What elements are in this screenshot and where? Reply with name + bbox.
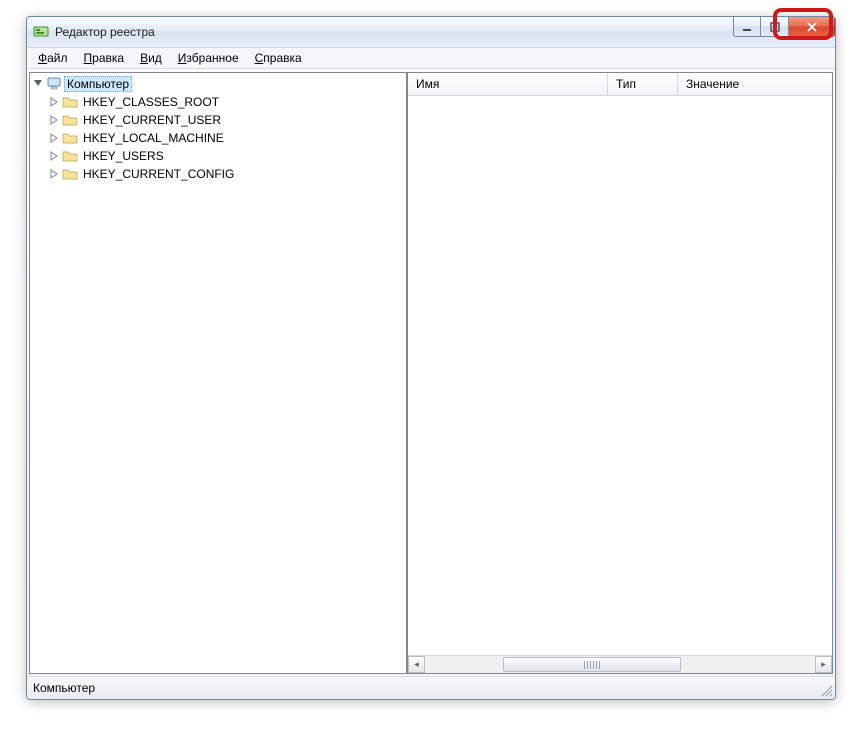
menu-favorites[interactable]: Избранное — [171, 50, 246, 66]
scroll-left-button[interactable]: ◂ — [408, 656, 425, 673]
client-area: Компьютер — [27, 69, 835, 676]
collapse-icon[interactable] — [32, 78, 44, 90]
tree-hive[interactable]: HKEY_USERS — [48, 147, 406, 165]
value-list[interactable]: Имя Тип Значение ◂ ▸ — [407, 72, 833, 674]
folder-icon — [62, 130, 78, 146]
tree-hive-label[interactable]: HKEY_LOCAL_MACHINE — [80, 130, 227, 146]
app-icon — [33, 24, 49, 40]
tree-root-computer[interactable]: Компьютер — [32, 75, 406, 93]
titlebar[interactable]: Редактор реестра — [27, 17, 835, 48]
value-list-header: Имя Тип Значение — [408, 73, 832, 96]
folder-icon — [62, 94, 78, 110]
scroll-track[interactable] — [425, 656, 815, 673]
folder-icon — [62, 148, 78, 164]
menubar: Файл Правка Вид Избранное Справка — [27, 48, 835, 69]
menu-file[interactable]: Файл — [31, 50, 75, 66]
tree-root-label[interactable]: Компьютер — [64, 76, 132, 92]
maximize-button[interactable] — [761, 17, 789, 37]
tree-hive-label[interactable]: HKEY_USERS — [80, 148, 167, 164]
horizontal-scrollbar[interactable]: ◂ ▸ — [408, 655, 832, 673]
tree-hive[interactable]: HKEY_CLASSES_ROOT — [48, 93, 406, 111]
tree-hive[interactable]: HKEY_LOCAL_MACHINE — [48, 129, 406, 147]
column-header-type[interactable]: Тип — [608, 73, 678, 95]
key-tree[interactable]: Компьютер — [29, 72, 407, 674]
statusbar: Компьютер — [27, 676, 835, 699]
tree-hive[interactable]: HKEY_CURRENT_CONFIG — [48, 165, 406, 183]
menu-edit[interactable]: Правка — [77, 50, 132, 66]
menu-help[interactable]: Справка — [248, 50, 309, 66]
tree-hive-label[interactable]: HKEY_CURRENT_USER — [80, 112, 224, 128]
registry-editor-window: Редактор реестра Файл Правка — [26, 16, 836, 700]
minimize-button[interactable] — [733, 17, 761, 37]
window-title: Редактор реестра — [55, 25, 155, 39]
close-button[interactable] — [789, 17, 835, 37]
tree-hive-label[interactable]: HKEY_CURRENT_CONFIG — [80, 166, 237, 182]
scroll-right-button[interactable]: ▸ — [815, 656, 832, 673]
expand-icon[interactable] — [48, 168, 60, 180]
expand-icon[interactable] — [48, 96, 60, 108]
menu-view[interactable]: Вид — [133, 50, 169, 66]
column-header-name[interactable]: Имя — [408, 73, 608, 95]
folder-icon — [62, 166, 78, 182]
tree-hive[interactable]: HKEY_CURRENT_USER — [48, 111, 406, 129]
column-header-value[interactable]: Значение — [678, 73, 832, 95]
expand-icon[interactable] — [48, 114, 60, 126]
value-list-body[interactable] — [408, 96, 832, 655]
folder-icon — [62, 112, 78, 128]
resize-grip[interactable] — [819, 683, 833, 697]
window-controls — [733, 17, 835, 37]
expand-icon[interactable] — [48, 132, 60, 144]
computer-icon — [46, 76, 62, 92]
tree-hive-label[interactable]: HKEY_CLASSES_ROOT — [80, 94, 222, 110]
scroll-thumb[interactable] — [503, 657, 681, 672]
expand-icon[interactable] — [48, 150, 60, 162]
status-path: Компьютер — [33, 681, 95, 695]
